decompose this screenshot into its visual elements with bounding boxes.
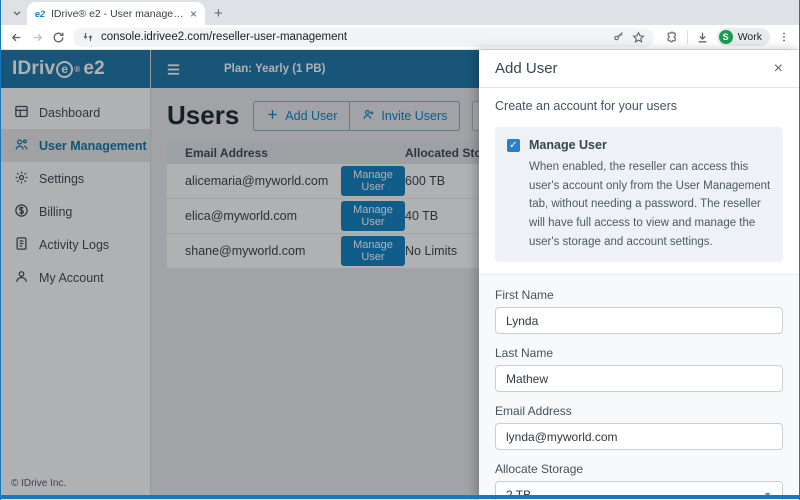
forward-icon[interactable] (31, 31, 44, 44)
last-name-input[interactable] (495, 365, 783, 392)
extensions-icon[interactable] (666, 31, 679, 44)
manage-user-label: Manage User (529, 138, 607, 152)
manage-user-checkbox[interactable]: ✓ (507, 139, 520, 152)
close-icon[interactable]: × (774, 61, 783, 77)
browser-toolbar: console.idrivee2.com/reseller-user-manag… (1, 25, 799, 50)
tab-title: IDrive® e2 - User management (51, 8, 184, 20)
first-name-field-group: First Name (495, 288, 783, 334)
page-viewport: IDrive®e2 Dashboard User Management Sett… (1, 50, 799, 499)
avatar: S (719, 30, 733, 44)
profile-button[interactable]: S Work (717, 28, 770, 46)
allocate-storage-label: Allocate Storage (495, 462, 783, 476)
manage-user-checkbox-row: ✓ Manage User (507, 138, 771, 152)
first-name-input[interactable] (495, 307, 783, 334)
drawer-subtitle: Create an account for your users (479, 88, 799, 122)
toolbar-divider (687, 30, 688, 44)
manage-user-description: When enabled, the reseller can access th… (529, 158, 771, 251)
favicon-icon: e2 (35, 9, 45, 19)
add-user-drawer: Add User × Create an account for your us… (479, 50, 799, 499)
manage-user-panel: ✓ Manage User When enabled, the reseller… (495, 127, 783, 262)
email-field[interactable] (495, 423, 783, 450)
last-name-label: Last Name (495, 346, 783, 360)
profile-name: Work (738, 31, 762, 43)
last-name-field-group: Last Name (495, 346, 783, 392)
url-bar[interactable]: console.idrivee2.com/reseller-user-manag… (73, 28, 654, 47)
toolbar-right: S Work (666, 28, 790, 46)
tab-close-icon[interactable]: × (190, 8, 197, 20)
drawer-header: Add User × (479, 50, 799, 88)
window-bottom-edge (1, 495, 799, 499)
back-icon[interactable] (10, 31, 23, 44)
reload-icon[interactable] (52, 31, 65, 44)
email-label: Email Address (495, 404, 783, 418)
url-text[interactable]: console.idrivee2.com/reseller-user-manag… (101, 31, 347, 43)
tab-search-chevron-icon[interactable] (7, 3, 27, 23)
email-field-group: Email Address (495, 404, 783, 450)
first-name-label: First Name (495, 288, 783, 302)
key-icon[interactable] (613, 31, 625, 43)
menu-kebab-icon[interactable] (778, 31, 790, 43)
star-icon[interactable] (632, 31, 645, 44)
add-user-form: First Name Last Name Email Address Alloc… (479, 274, 799, 500)
browser-tab[interactable]: e2 IDrive® e2 - User management × (27, 2, 205, 25)
tab-strip: e2 IDrive® e2 - User management × + (1, 0, 799, 25)
site-info-icon[interactable] (82, 31, 94, 43)
new-tab-button[interactable]: + (214, 5, 223, 22)
drawer-title: Add User (495, 60, 558, 77)
browser-window: e2 IDrive® e2 - User management × + cons… (0, 0, 800, 500)
download-icon[interactable] (696, 31, 709, 44)
